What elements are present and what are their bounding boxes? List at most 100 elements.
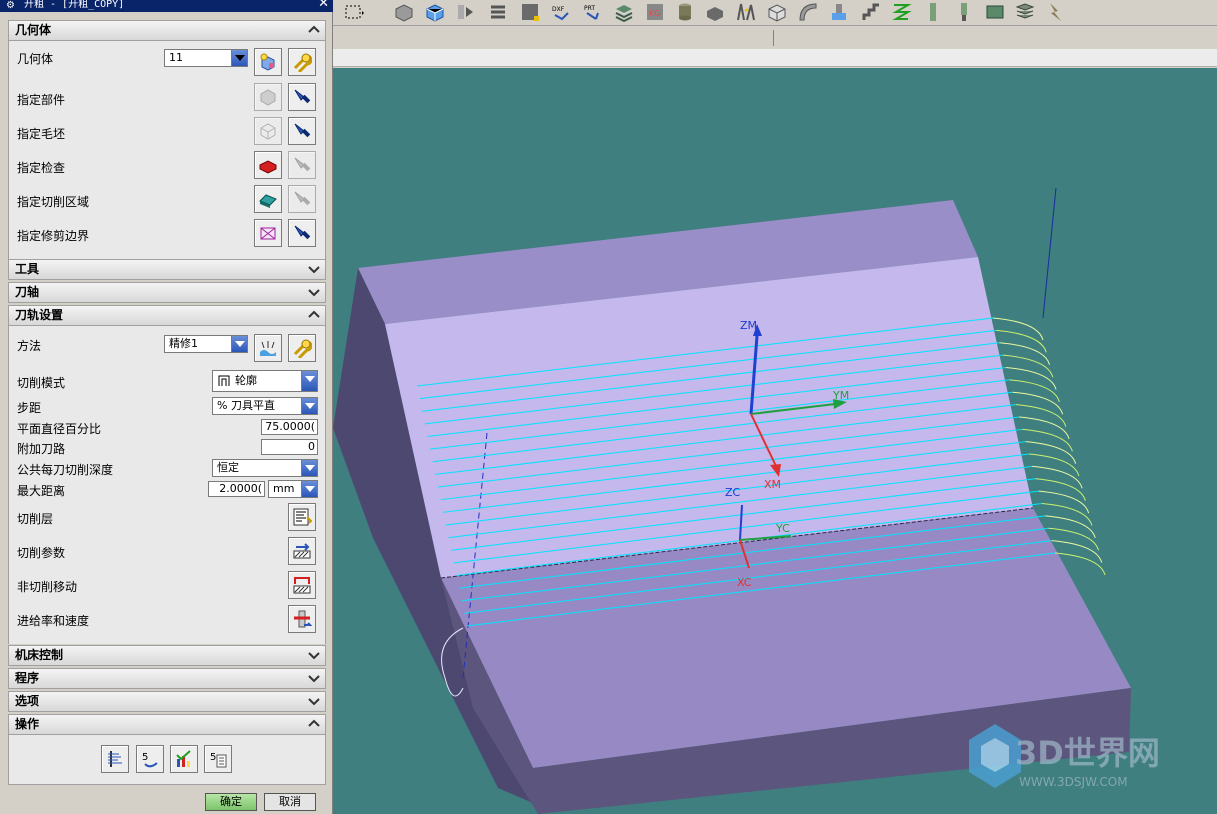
svg-text:DXF: DXF — [552, 6, 565, 13]
kg-mass-icon[interactable]: KG — [644, 1, 666, 23]
additional-passes-input[interactable]: 0 — [261, 439, 318, 455]
flat-diameter-pct-input[interactable]: 75.0000( — [261, 419, 318, 435]
tool-icon[interactable] — [953, 1, 975, 23]
cut-parameters-button[interactable] — [288, 537, 316, 565]
toolbar-separator — [773, 30, 774, 46]
svg-text:5: 5 — [210, 752, 216, 763]
assembly-icon[interactable] — [455, 1, 477, 23]
verify-button[interactable] — [170, 745, 198, 773]
stepover-label: 步距 — [17, 401, 42, 415]
edit-geometry-button[interactable] — [288, 48, 316, 76]
section-tool-header[interactable]: 工具 — [8, 259, 326, 280]
additional-passes-label: 附加刀路 — [17, 442, 66, 456]
depth-per-cut-select[interactable]: 恒定 — [212, 459, 318, 477]
display-trim-boundary-button[interactable] — [288, 219, 316, 247]
plate-icon[interactable] — [984, 1, 1006, 23]
section-geometry-header[interactable]: 几何体 — [8, 20, 326, 41]
close-icon[interactable]: ✕ — [318, 0, 329, 10]
cylinder-icon[interactable] — [674, 1, 696, 23]
dxf-export-icon[interactable]: DXF — [550, 1, 572, 23]
chevron-down-icon — [308, 698, 320, 706]
edit-method-button[interactable] — [288, 334, 316, 362]
method-label: 方法 — [17, 339, 42, 353]
section-path-settings-header[interactable]: 刀轨设置 — [8, 305, 326, 326]
display-blank-button[interactable] — [288, 117, 316, 145]
new-method-icon — [260, 341, 276, 356]
cut-pattern-select[interactable]: 轮廓 — [212, 370, 318, 392]
tool-holder-icon[interactable] — [922, 1, 944, 23]
feeds-speeds-icon — [294, 610, 312, 628]
app-gear-icon: ⚙ — [6, 0, 15, 11]
specify-part-button[interactable] — [254, 83, 282, 111]
xm-label: XM — [764, 478, 781, 491]
specify-trim-boundary-button[interactable] — [254, 219, 282, 247]
zc-label: ZC — [725, 486, 741, 499]
replay-button[interactable]: 5 — [136, 745, 164, 773]
specify-blank-button[interactable] — [254, 117, 282, 145]
geometry-select[interactable]: 11 — [164, 49, 248, 67]
depth-per-cut-value: 恒定 — [217, 461, 239, 474]
ok-button[interactable]: 确定 — [205, 793, 257, 811]
section-actions-header[interactable]: 操作 — [8, 714, 326, 735]
shaded-view-icon[interactable] — [393, 1, 415, 23]
section-program-header[interactable]: 程序 — [8, 668, 326, 689]
prt-export-icon[interactable]: PRT — [582, 1, 604, 23]
sweep-icon[interactable] — [797, 1, 819, 23]
section-path-settings-body: 方法 精修1 切削模式 轮廓 步距 % 刀具平直 平面直径百分比 75.0000… — [8, 326, 326, 644]
section-machine-control-header[interactable]: 机床控制 — [8, 645, 326, 666]
engage-arc — [1038, 490, 1090, 514]
graphics-viewport[interactable]: ZM YM XM ZC YC XC 3D世界网 WWW.3DSJW.COM — [333, 68, 1217, 814]
view-cube-icon[interactable] — [424, 1, 446, 23]
title-bar: ⚙ 开粗 - [开粗_COPY] ✕ — [0, 0, 333, 12]
section-tool-axis-header[interactable]: 刀轴 — [8, 282, 326, 303]
section-actions-body: 5 5 — [8, 735, 326, 785]
flashlight-icon — [294, 123, 311, 138]
stack-icon[interactable] — [1014, 1, 1036, 23]
block-icon[interactable] — [704, 1, 726, 23]
green-path-icon[interactable] — [890, 1, 912, 23]
cut-levels-icon — [293, 508, 312, 526]
engage-arc — [1041, 503, 1093, 526]
dropdown-arrow-icon — [231, 50, 247, 66]
display-check-button[interactable] — [288, 151, 316, 179]
stepover-select[interactable]: % 刀具平直 — [212, 397, 318, 415]
section-options-header[interactable]: 选项 — [8, 691, 326, 712]
wireframe-cube-icon[interactable] — [766, 1, 788, 23]
list-button[interactable]: 5 — [204, 745, 232, 773]
wrench-icon — [293, 339, 312, 358]
chevron-down-icon — [308, 652, 320, 660]
geometry-label: 几何体 — [17, 52, 54, 66]
extrude-icon[interactable] — [735, 1, 757, 23]
cut-levels-button[interactable] — [288, 503, 316, 531]
flat-diameter-pct-label: 平面直径百分比 — [17, 422, 102, 436]
select-box-icon[interactable] — [343, 1, 365, 23]
max-distance-input[interactable]: 2.0000( — [208, 481, 265, 497]
dropdown-arrow-icon — [231, 336, 247, 352]
method-select[interactable]: 精修1 — [164, 335, 248, 353]
generate-button[interactable] — [101, 745, 129, 773]
dropdown-arrow-icon — [301, 398, 317, 414]
new-method-button[interactable] — [254, 334, 282, 362]
display-part-button[interactable] — [288, 83, 316, 111]
specify-check-button[interactable] — [254, 151, 282, 179]
stack-layers-icon[interactable] — [613, 1, 635, 23]
stairs-icon[interactable] — [861, 1, 883, 23]
profile-pattern-icon — [218, 375, 230, 386]
layers-list-icon[interactable] — [487, 1, 509, 23]
flashlight-icon — [294, 89, 311, 104]
new-geometry-button[interactable] — [254, 48, 282, 76]
lightning-icon[interactable] — [1044, 1, 1066, 23]
sketch-icon[interactable] — [519, 1, 541, 23]
cancel-button[interactable]: 取消 — [264, 793, 316, 811]
watermark-url: WWW.3DSJW.COM — [1019, 775, 1128, 789]
display-cut-area-button[interactable] — [288, 185, 316, 213]
section-program-title: 程序 — [15, 671, 40, 685]
feeds-speeds-button[interactable] — [288, 605, 316, 633]
non-cutting-moves-button[interactable] — [288, 571, 316, 599]
max-distance-unit-select[interactable]: mm — [268, 480, 318, 498]
specify-cut-area-button[interactable] — [254, 185, 282, 213]
section-geometry-body: 几何体 11 指定部件 指定毛坯 指定检查 指定切削区域 指定修剪边界 — [8, 41, 326, 259]
machine-icon[interactable] — [828, 1, 850, 23]
model-view: ZM YM XM ZC YC XC 3D世界网 WWW.3DSJW.COM — [333, 187, 1160, 814]
ym-label: YM — [832, 389, 849, 402]
